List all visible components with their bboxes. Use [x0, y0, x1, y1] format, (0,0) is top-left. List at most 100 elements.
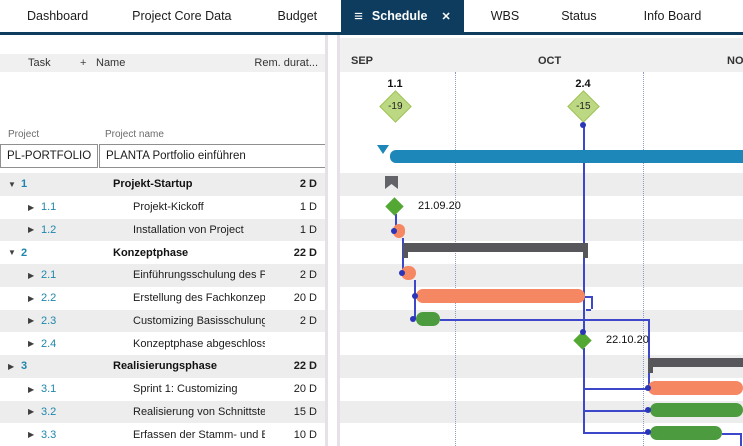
project-field-labels: Project Project name: [0, 129, 325, 142]
table-row-2.3[interactable]: ▶2.3Customizing Basisschulung Proje...2 …: [0, 310, 325, 333]
deadline-diamond-2.4[interactable]: -15: [567, 90, 600, 123]
task-name: Projekt-Startup: [113, 178, 265, 190]
chevron-right-icon[interactable]: ▶: [28, 271, 41, 280]
connector-line: [583, 388, 646, 390]
connector-line: [583, 432, 646, 434]
gantt-row-stripe: [340, 173, 743, 196]
project-label: Project: [8, 129, 39, 140]
tab-schedule[interactable]: ≡ Schedule ✕: [341, 0, 464, 32]
bar-realisierungsphase[interactable]: [648, 358, 743, 367]
pane-divider[interactable]: [325, 35, 328, 446]
column-name[interactable]: Name: [96, 57, 254, 69]
tab-label: WBS: [491, 9, 519, 23]
project-start-triangle-icon: [377, 145, 389, 154]
tab-dashboard[interactable]: Dashboard: [25, 0, 90, 32]
connector-line: [583, 410, 646, 412]
tab-status[interactable]: Status: [559, 0, 598, 32]
deadline-deviation: -19: [388, 101, 402, 112]
table-row-2.1[interactable]: ▶2.1Einführungsschulung des Projektt...2…: [0, 264, 325, 287]
bar-stammdaten[interactable]: [650, 426, 722, 440]
deadline-task-label: 2.4: [561, 78, 605, 90]
table-row-2.2[interactable]: ▶2.2Erstellung des Fachkonzeptes20 D: [0, 287, 325, 310]
deadline-diamond-1.1[interactable]: -19: [379, 90, 412, 123]
task-duration: 22 D: [265, 247, 325, 259]
task-number: 3: [21, 360, 27, 372]
bar-sprint1[interactable]: [648, 381, 743, 395]
connector-dot: [410, 316, 416, 322]
table-row-3[interactable]: ▶3 Realisierungsphase22 D: [0, 355, 325, 378]
gantt-row-stripe: [340, 332, 743, 355]
task-name: Erfassen der Stamm- und Beispiel...: [133, 429, 265, 441]
table-row-1.1[interactable]: ▶1.1Projekt-Kickoff1 D: [0, 196, 325, 219]
task-number: 1.1: [41, 201, 56, 213]
column-remaining-duration[interactable]: Rem. durat...: [254, 57, 325, 69]
project-name-label: Project name: [105, 129, 164, 140]
task-duration: 2 D: [265, 315, 325, 327]
table-row-3.1[interactable]: ▶3.1Sprint 1: Customizing20 D: [0, 378, 325, 401]
chevron-right-icon[interactable]: ▶: [28, 316, 41, 325]
chevron-down-icon[interactable]: ▼: [8, 180, 21, 189]
table-row-3.2[interactable]: ▶3.2Realisierung von Schnittstellen15 D: [0, 401, 325, 424]
task-duration: 10 D: [265, 429, 325, 441]
chevron-right-icon[interactable]: ▶: [28, 339, 41, 348]
chevron-right-icon[interactable]: ▶: [28, 385, 41, 394]
task-name: Sprint 1: Customizing: [133, 383, 265, 395]
table-row-2[interactable]: ▼2 Konzeptphase22 D: [0, 241, 325, 264]
chevron-right-icon[interactable]: ▶: [28, 225, 41, 234]
project-id-field[interactable]: PL-PORTFOLIO: [0, 144, 98, 168]
chevron-right-icon[interactable]: ▶: [28, 430, 41, 439]
task-name: Customizing Basisschulung Proje...: [133, 315, 265, 327]
connector-line: [583, 348, 585, 432]
connector-dot: [580, 329, 586, 335]
task-name: Konzeptphase: [113, 247, 265, 259]
task-number: 2.2: [41, 292, 56, 304]
deadline-task-label: 1.1: [373, 78, 417, 90]
table-row-2.4[interactable]: ▶2.4 Konzeptphase abgeschlossen: [0, 332, 325, 355]
task-name: Realisierung von Schnittstellen: [133, 406, 265, 418]
task-number: 2.1: [41, 269, 56, 281]
task-name: Realisierungsphase: [113, 360, 265, 372]
chevron-right-icon[interactable]: ▶: [28, 407, 41, 416]
hamburger-icon[interactable]: ≡: [354, 9, 363, 24]
task-duration: 2 D: [265, 269, 325, 281]
tab-wbs[interactable]: WBS: [489, 0, 521, 32]
project-name-field[interactable]: PLANTA Portfolio einführen: [99, 144, 325, 168]
task-name: Konzeptphase abgeschlossen: [133, 338, 265, 350]
bar-konzeptphase[interactable]: [403, 243, 588, 252]
connector-dot: [399, 270, 405, 276]
task-duration: 22 D: [265, 360, 325, 372]
chevron-right-icon[interactable]: ▶: [28, 294, 41, 303]
task-duration: 2 D: [265, 178, 325, 190]
table-row-3.3[interactable]: ▶3.3Erfassen der Stamm- und Beispiel...1…: [0, 423, 325, 446]
chevron-right-icon[interactable]: ▶: [28, 203, 41, 212]
close-icon[interactable]: ✕: [441, 10, 450, 23]
chevron-down-icon[interactable]: ▼: [8, 248, 21, 257]
connector-dot: [645, 385, 651, 391]
task-duration: 20 D: [265, 383, 325, 395]
milestone-date-label: 21.09.20: [418, 200, 461, 212]
gantt-chart: SEPOCTNOV 1.1-192.4-1521.09.2022.10.20: [340, 35, 743, 446]
bar-fachkonzept[interactable]: [416, 289, 585, 303]
tab-label: Info Board: [644, 9, 702, 23]
task-number: 1.2: [41, 224, 56, 236]
gantt-timeline-header: SEPOCTNOV: [340, 38, 743, 72]
task-number: 1: [21, 178, 27, 190]
tab-project-core-data[interactable]: Project Core Data: [130, 0, 233, 32]
bar-planta-portfolio[interactable]: [390, 150, 743, 163]
bar-schnittstellen[interactable]: [650, 403, 743, 417]
column-task[interactable]: Task: [0, 57, 80, 69]
table-row-1.2[interactable]: ▶1.2Installation von Project1 D: [0, 219, 325, 242]
chevron-right-icon[interactable]: ▶: [8, 362, 21, 371]
tab-info-board[interactable]: Info Board: [642, 0, 704, 32]
task-number: 2: [21, 247, 27, 259]
tab-label: Schedule: [372, 9, 428, 23]
table-column-header: Task + Name Rem. durat...: [0, 54, 325, 72]
tab-budget[interactable]: Budget: [276, 0, 320, 32]
tab-label: Project Core Data: [132, 9, 231, 23]
tab-label: Status: [561, 9, 596, 23]
add-column-icon[interactable]: +: [80, 57, 96, 69]
connector-dot: [645, 407, 651, 413]
table-row-1[interactable]: ▼1 Projekt-Startup2 D: [0, 173, 325, 196]
bar-basisschulung[interactable]: [416, 312, 440, 326]
task-number: 2.4: [41, 338, 56, 350]
